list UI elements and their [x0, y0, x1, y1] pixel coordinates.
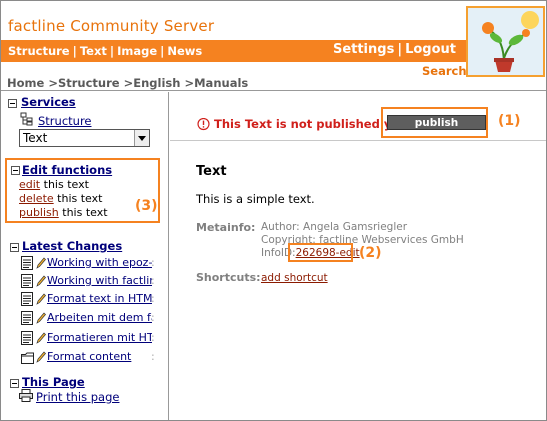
nav-separator: |	[72, 44, 77, 58]
pencil-icon	[36, 275, 46, 287]
list-item-overflow: :	[151, 350, 155, 363]
document-icon	[21, 292, 33, 306]
collapse-edit-functions-icon[interactable]	[11, 166, 20, 175]
edit-function-row: delete this text	[19, 192, 102, 205]
nav-logout[interactable]: Logout	[405, 42, 456, 57]
breadcrumb-english[interactable]: English	[133, 76, 180, 90]
collapse-this-page-icon[interactable]	[10, 379, 19, 388]
main-content: This Text is not published yet: publish …	[170, 92, 546, 420]
metainfo-label: Metainfo:	[196, 221, 256, 234]
edit-functions-heading[interactable]: Edit functions	[22, 163, 112, 177]
list-item[interactable]: Working with epoz-1 :	[19, 255, 167, 273]
nav-news[interactable]: News	[167, 44, 202, 58]
list-item[interactable]: Format content :	[19, 349, 167, 367]
services-heading[interactable]: Services	[21, 95, 76, 109]
pencil-icon	[36, 257, 46, 269]
nav-text[interactable]: Text	[80, 44, 107, 58]
annotation-1: (1)	[498, 113, 521, 129]
breadcrumb-bar: Home >Structure >English >Manuals	[1, 76, 546, 91]
list-item-overflow: :	[151, 274, 155, 287]
latest-change-link[interactable]: Format text in HTML	[47, 292, 152, 305]
edit-function-row: edit this text	[19, 178, 89, 191]
breadcrumb: Home >Structure >English >Manuals	[7, 76, 248, 90]
pencil-icon	[36, 351, 46, 363]
breadcrumb-structure[interactable]: Structure	[58, 76, 120, 90]
publish-button[interactable]: publish	[387, 115, 486, 130]
app-title: factline Community Server	[8, 17, 215, 35]
latest-change-link[interactable]: Working with epoz-1	[47, 256, 152, 269]
edit-function-row: publish this text	[19, 206, 108, 219]
nav-settings[interactable]: Settings	[333, 42, 394, 57]
page-title: Text	[196, 164, 227, 179]
delete-link[interactable]: delete	[19, 192, 54, 205]
latest-change-link[interactable]: Formatieren mit HTML	[47, 331, 152, 344]
list-item-overflow: :	[151, 331, 155, 344]
main-nav-right: Settings | Logout	[333, 42, 456, 57]
add-shortcut-link[interactable]: add shortcut	[261, 272, 328, 284]
edit-function-text: this text	[62, 206, 108, 219]
structure-tree-icon	[20, 112, 33, 126]
pencil-icon	[36, 293, 46, 305]
list-item-overflow: :	[151, 311, 155, 324]
sidebar: Services Structure Text Edit functions e…	[1, 92, 169, 420]
breadcrumb-separator: >	[48, 76, 58, 90]
nav-separator: |	[397, 42, 403, 57]
content-type-select[interactable]: Text	[19, 129, 150, 147]
nav-image[interactable]: Image	[117, 44, 157, 58]
content-type-select-value: Text	[23, 131, 48, 145]
annotation-2: (2)	[359, 245, 382, 261]
collapse-latest-changes-icon[interactable]	[10, 243, 19, 252]
edit-function-text: this text	[57, 192, 103, 205]
this-page-heading[interactable]: This Page	[22, 375, 85, 389]
list-item[interactable]: Arbeiten mit dem factline :	[19, 310, 167, 328]
latest-change-link[interactable]: Arbeiten mit dem factline	[47, 311, 152, 324]
breadcrumb-manuals[interactable]: Manuals	[194, 76, 248, 90]
page-body-text: This is a simple text.	[196, 192, 315, 206]
infoid-highlight	[288, 243, 353, 262]
nav-separator: |	[109, 44, 115, 58]
nav-structure[interactable]: Structure	[8, 44, 70, 58]
list-item[interactable]: Format text in HTML :	[19, 291, 167, 309]
document-icon	[21, 256, 33, 270]
publish-link[interactable]: publish	[19, 206, 59, 219]
list-item-overflow: :	[151, 256, 155, 269]
main-nav-bar: Structure | Text | Image | News Settings | Logou…	[1, 40, 466, 62]
unpublished-warning: This Text is not published yet:	[214, 117, 410, 131]
nav-separator: |	[160, 44, 165, 58]
breadcrumb-separator: >	[184, 76, 195, 90]
printer-icon	[19, 389, 33, 402]
pencil-icon	[36, 332, 46, 344]
shortcuts-label: Shortcuts:	[196, 271, 261, 284]
folder-icon	[21, 352, 34, 364]
document-icon	[21, 274, 33, 288]
edit-link[interactable]: edit	[19, 178, 40, 191]
latest-changes-heading[interactable]: Latest Changes	[22, 239, 122, 253]
plant-logo-icon	[468, 8, 543, 75]
structure-link[interactable]: Structure	[38, 114, 92, 128]
warning-icon	[197, 118, 210, 131]
list-item[interactable]: Formatieren mit HTML :	[19, 330, 167, 348]
breadcrumb-separator: >	[123, 76, 134, 90]
document-icon	[21, 311, 33, 325]
edit-function-text: this text	[43, 178, 89, 191]
latest-change-link[interactable]: Format content	[47, 350, 152, 363]
main-nav-left: Structure | Text | Image | News	[8, 44, 202, 58]
pencil-icon	[36, 312, 46, 324]
print-page-link[interactable]: Print this page	[36, 390, 119, 404]
collapse-services-icon[interactable]	[8, 99, 17, 108]
annotation-3: (3)	[135, 198, 158, 214]
author-value: Author: Angela Gamsriegler	[261, 221, 408, 233]
breadcrumb-home[interactable]: Home	[7, 76, 44, 90]
latest-change-link[interactable]: Working with factline	[47, 274, 152, 287]
chevron-down-icon[interactable]	[134, 130, 149, 146]
document-icon	[21, 331, 33, 345]
list-item[interactable]: Working with factline :	[19, 273, 167, 291]
logo	[466, 6, 545, 77]
list-item-overflow: :	[151, 292, 155, 305]
